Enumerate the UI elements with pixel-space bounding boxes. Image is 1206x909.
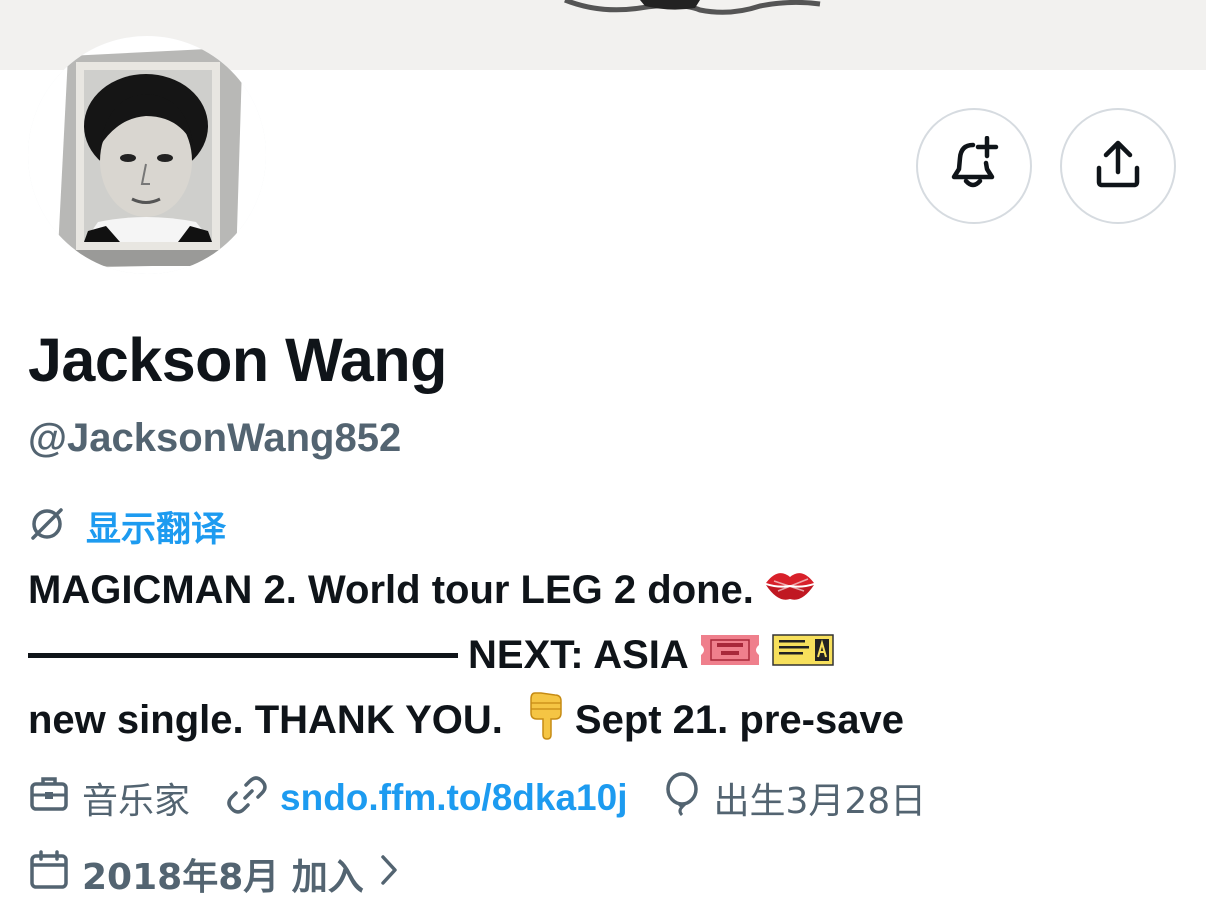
bio-text: NEXT: ASIA [468, 632, 689, 677]
pointing-down-emoji [525, 689, 565, 751]
translate-bio-button[interactable]: 显示翻译 [28, 502, 226, 550]
bio-line: NEXT: ASIA [28, 625, 835, 685]
bio-text: MAGICMAN 2. World tour LEG 2 done. [28, 567, 754, 612]
translate-icon [28, 505, 66, 547]
balloon-icon [663, 771, 701, 826]
chevron-right-icon [378, 853, 400, 896]
bio-text: Sept 21. pre-save [574, 697, 904, 742]
divider-line [28, 652, 458, 658]
joined-label: 2018年8月 加入 [82, 857, 364, 898]
bio-line: MAGICMAN 2. World tour LEG 2 done. [28, 560, 816, 620]
calendar-icon [28, 849, 70, 900]
bell-plus-icon [946, 135, 1002, 196]
translate-label: 显示翻译 [86, 509, 227, 550]
concert-ticket-emoji [771, 631, 835, 679]
display-name: Jackson Wang [28, 326, 447, 394]
share-icon [1092, 138, 1144, 194]
website-link[interactable]: sndo.ffm.to/8dka10j [280, 777, 627, 819]
notify-button[interactable] [916, 108, 1032, 224]
user-handle: @JacksonWang852 [28, 416, 402, 460]
profession-label: 音乐家 [82, 781, 191, 822]
joined-item[interactable]: 2018年8月 加入 [28, 846, 400, 902]
avatar[interactable] [28, 36, 266, 274]
website-item[interactable]: sndo.ffm.to/8dka10j [226, 773, 627, 824]
kiss-mark-emoji [764, 565, 816, 615]
admission-ticket-emoji [699, 631, 761, 679]
share-button[interactable] [1060, 108, 1176, 224]
briefcase-icon [28, 773, 70, 824]
birthday-item: 出生3月28日 [663, 771, 926, 826]
bio-line: new single. THANK YOU. Sept 21. pre-save [28, 690, 904, 750]
birthday-label: 出生3月28日 [713, 781, 927, 822]
profession-item: 音乐家 [28, 772, 190, 824]
link-icon [226, 773, 268, 824]
bio-text: new single. THANK YOU. [28, 697, 503, 742]
profile-meta: 音乐家 sndo.ffm.to/8dka10j 出生3月28日 [28, 770, 926, 826]
